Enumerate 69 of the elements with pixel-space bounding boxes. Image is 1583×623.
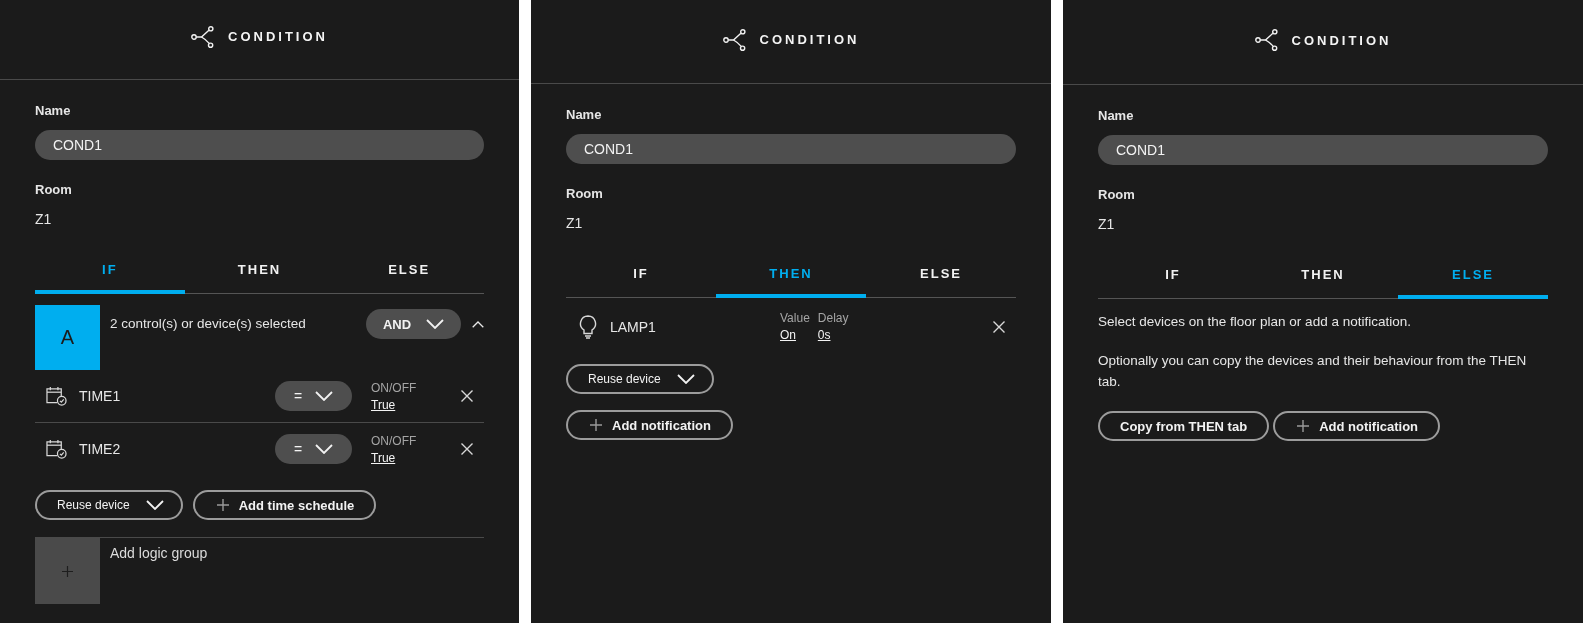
value-label: ON/OFF <box>371 380 417 395</box>
tab[interactable]: IF <box>566 252 716 298</box>
value-link[interactable]: On <box>780 327 796 342</box>
value-label: ON/OFF <box>371 433 417 448</box>
plus-icon <box>216 499 229 511</box>
add-group-label: Add logic group <box>110 544 208 561</box>
tab[interactable]: IF <box>1098 253 1248 299</box>
chevron-down-icon <box>315 391 334 401</box>
tab[interactable]: ELSE <box>866 252 1016 298</box>
value-link[interactable]: True <box>371 397 396 412</box>
comparator-dropdown[interactable]: = <box>275 434 352 464</box>
tab[interactable]: THEN <box>184 248 335 294</box>
comparator-dropdown[interactable]: = <box>275 381 352 411</box>
branch-icon <box>1254 29 1279 51</box>
room-value: Z1 <box>1098 216 1116 232</box>
plus-icon <box>1297 420 1310 432</box>
plus-icon <box>590 419 602 431</box>
branch-icon <box>191 25 215 48</box>
field-label: Room <box>566 186 604 202</box>
field-label: Name <box>35 103 72 119</box>
bulb-icon <box>579 315 597 339</box>
value-link[interactable]: True <box>371 450 396 465</box>
panel-title: CONDITION <box>228 29 328 44</box>
close-icon[interactable] <box>461 443 473 455</box>
add-button[interactable]: Add time schedule <box>192 490 377 520</box>
panel-title: CONDITION <box>759 32 860 47</box>
tab[interactable]: THEN <box>1248 253 1398 299</box>
name-field[interactable]: COND1 <box>1098 135 1548 165</box>
value-link[interactable]: 0s <box>817 327 831 342</box>
name-field[interactable]: COND1 <box>35 130 484 160</box>
chevron-down-icon <box>426 319 445 329</box>
tab[interactable]: ELSE <box>334 248 484 294</box>
group-tile: A <box>35 305 100 370</box>
dropdown-button[interactable]: Reuse device <box>566 364 714 394</box>
add-group-tile[interactable] <box>35 538 100 604</box>
add-button[interactable]: Add notification <box>1273 411 1441 441</box>
calendar-clock-icon <box>46 439 67 459</box>
chevron-down-icon <box>145 500 164 510</box>
field-label: Room <box>1098 187 1136 203</box>
chevron-up-icon[interactable] <box>472 321 484 328</box>
name-field[interactable]: COND1 <box>566 134 1016 164</box>
dropdown-button[interactable]: Reuse device <box>35 490 183 520</box>
device-name: TIME1 <box>79 388 122 404</box>
tab[interactable]: THEN <box>716 252 866 298</box>
device-name: LAMP1 <box>610 319 657 335</box>
chevron-down-icon <box>315 444 334 454</box>
tab[interactable]: IF <box>35 248 185 294</box>
value-label: Value <box>780 310 810 325</box>
room-value: Z1 <box>35 211 53 227</box>
field-label: Name <box>1098 108 1135 124</box>
room-value: Z1 <box>566 215 584 231</box>
device-name: TIME2 <box>79 441 122 457</box>
help-text: Select devices on the floor plan or add a notification. <box>1098 313 1412 331</box>
operator-dropdown[interactable]: AND <box>366 309 461 339</box>
tab[interactable]: ELSE <box>1398 253 1548 299</box>
field-label: Room <box>35 182 73 198</box>
chevron-down-icon <box>676 374 695 384</box>
help-text: Optionally you can copy the devices and their behaviour from the THEN tab. <box>1098 352 1528 391</box>
action-button[interactable]: Copy from THEN tab <box>1098 411 1270 441</box>
group-summary: 2 control(s) or device(s) selected <box>110 315 307 332</box>
close-icon[interactable] <box>461 390 473 402</box>
branch-icon <box>722 28 747 51</box>
panel-title: CONDITION <box>1291 32 1392 48</box>
close-icon[interactable] <box>993 321 1005 333</box>
add-button[interactable]: Add notification <box>566 410 733 440</box>
calendar-clock-icon <box>46 386 67 406</box>
plus-icon <box>62 565 73 577</box>
field-label: Name <box>566 107 603 123</box>
value-label: Delay <box>817 310 849 325</box>
